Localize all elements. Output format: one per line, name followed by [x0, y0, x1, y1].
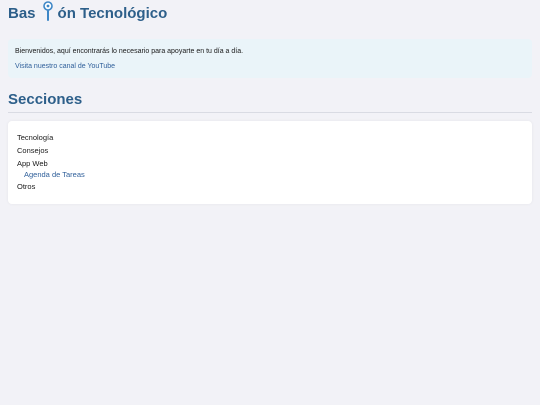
welcome-box: Bienvenidos, aquí encontrarás lo necesar… — [8, 39, 532, 78]
site-title-left: Bas — [8, 4, 36, 22]
site-title: Bas ón Tecnológico — [8, 1, 532, 22]
section-subitem-agenda-de-tareas[interactable]: Agenda de Tareas — [24, 170, 523, 179]
sections-card: Tecnología Consejos App Web Agenda de Ta… — [8, 120, 532, 204]
section-item-app-web[interactable]: App Web — [17, 157, 523, 170]
youtube-channel-link[interactable]: Visita nuestro canal de YouTube — [15, 63, 525, 71]
section-item-consejos[interactable]: Consejos — [17, 144, 523, 157]
section-item-otros[interactable]: Otros — [17, 180, 523, 193]
site-title-right: ón Tecnológico — [57, 4, 168, 22]
page: Bas ón Tecnológico Bienvenidos, aquí enc… — [0, 0, 540, 204]
pin-icon — [42, 1, 53, 21]
sections-heading: Secciones — [8, 91, 532, 113]
section-item-tecnologia[interactable]: Tecnología — [17, 131, 523, 144]
welcome-text: Bienvenidos, aquí encontrarás lo necesar… — [15, 48, 244, 55]
